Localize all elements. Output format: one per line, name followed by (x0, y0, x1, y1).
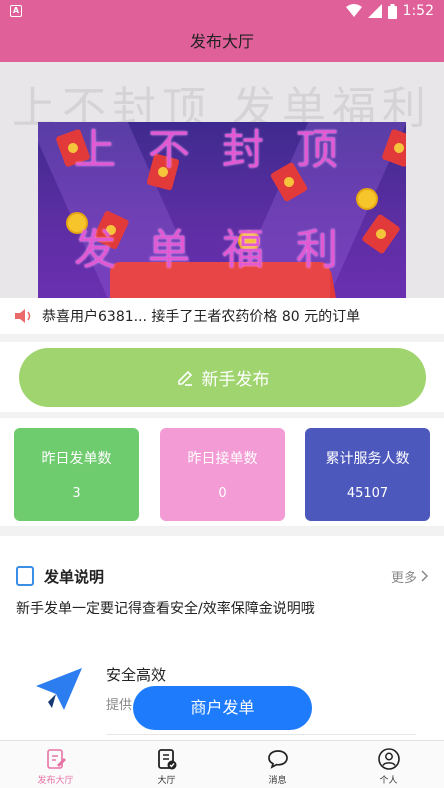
more-link[interactable]: 更多 (391, 567, 428, 586)
checklist-icon (157, 749, 176, 770)
merchant-order-button[interactable]: 商户发单 (133, 686, 312, 730)
banner-subheadline: 发单福利 (73, 225, 370, 274)
tab-messages[interactable]: 消息 (222, 741, 333, 788)
publish-area: 新手发布 (0, 342, 444, 412)
pencil-icon (177, 370, 192, 386)
feature-title: 安全高效 (106, 666, 167, 684)
stat-value: 0 (218, 486, 227, 501)
more-label: 更多 (390, 570, 417, 586)
page-title: 发布大厅 (0, 24, 444, 62)
banner-headline: 上不封顶 (73, 125, 370, 174)
tab-hall[interactable]: 大厅 (111, 741, 222, 788)
tab-label: 个人 (379, 776, 398, 786)
battery-icon (387, 3, 397, 19)
section-header: 发单说明 更多 (16, 564, 428, 588)
stats-panel: 昨日发单数 3 昨日接单数 0 累计服务人数 45107 (0, 418, 444, 526)
tab-label: 发布大厅 (37, 776, 74, 786)
chevron-right-icon (421, 570, 428, 582)
stat-label: 昨日发单数 (41, 451, 112, 467)
stat-value: 3 (72, 486, 81, 501)
document-icon (16, 566, 34, 586)
stat-value: 45107 (346, 486, 389, 501)
divider (106, 734, 416, 735)
notice-text: 恭喜用户6381... 接手了王者农药价格 80 元的订单 (42, 309, 361, 325)
clock: 1:52 (402, 3, 434, 19)
signal-icon (367, 4, 382, 18)
section-title: 发单说明 (44, 567, 105, 586)
status-icons: 1:52 (345, 3, 434, 19)
stat-card-yesterday-orders[interactable]: 昨日发单数 3 (14, 428, 139, 521)
stat-card-yesterday-accepted[interactable]: 昨日接单数 0 (160, 428, 285, 521)
bottom-tab-bar: 发布大厅 大厅 消息 个人 (0, 740, 444, 788)
edit-doc-icon (46, 749, 66, 769)
stat-card-total-served[interactable]: 累计服务人数 45107 (305, 428, 430, 521)
status-bar: A 1:52 (0, 0, 444, 24)
user-icon (377, 748, 400, 770)
wifi-icon (345, 4, 362, 17)
feature-subtitle: 提供 (106, 698, 133, 713)
new-user-publish-button[interactable]: 新手发布 (19, 348, 426, 407)
tab-label: 消息 (268, 776, 287, 786)
tab-label: 大厅 (157, 776, 176, 786)
publish-button-label: 新手发布 (201, 370, 270, 390)
tab-profile[interactable]: 个人 (333, 741, 444, 788)
stat-label: 昨日接单数 (187, 451, 258, 467)
coin-icon (356, 188, 378, 210)
stat-label: 累计服务人数 (325, 451, 410, 467)
section-description: 新手发单一定要记得查看安全/效率保障金说明哦 (16, 601, 315, 617)
speaker-icon (15, 309, 31, 323)
paper-plane-icon (36, 668, 82, 710)
notice-bar[interactable]: 恭喜用户6381... 接手了王者农药价格 80 元的订单 (0, 298, 444, 334)
tab-publish-hall[interactable]: 发布大厅 (0, 741, 111, 788)
banner-carousel[interactable]: 上不封顶 发单福利 上不封顶 发单福利 (0, 62, 444, 298)
chat-bubble-icon (267, 750, 288, 769)
app-notification-icon: A (10, 5, 22, 17)
